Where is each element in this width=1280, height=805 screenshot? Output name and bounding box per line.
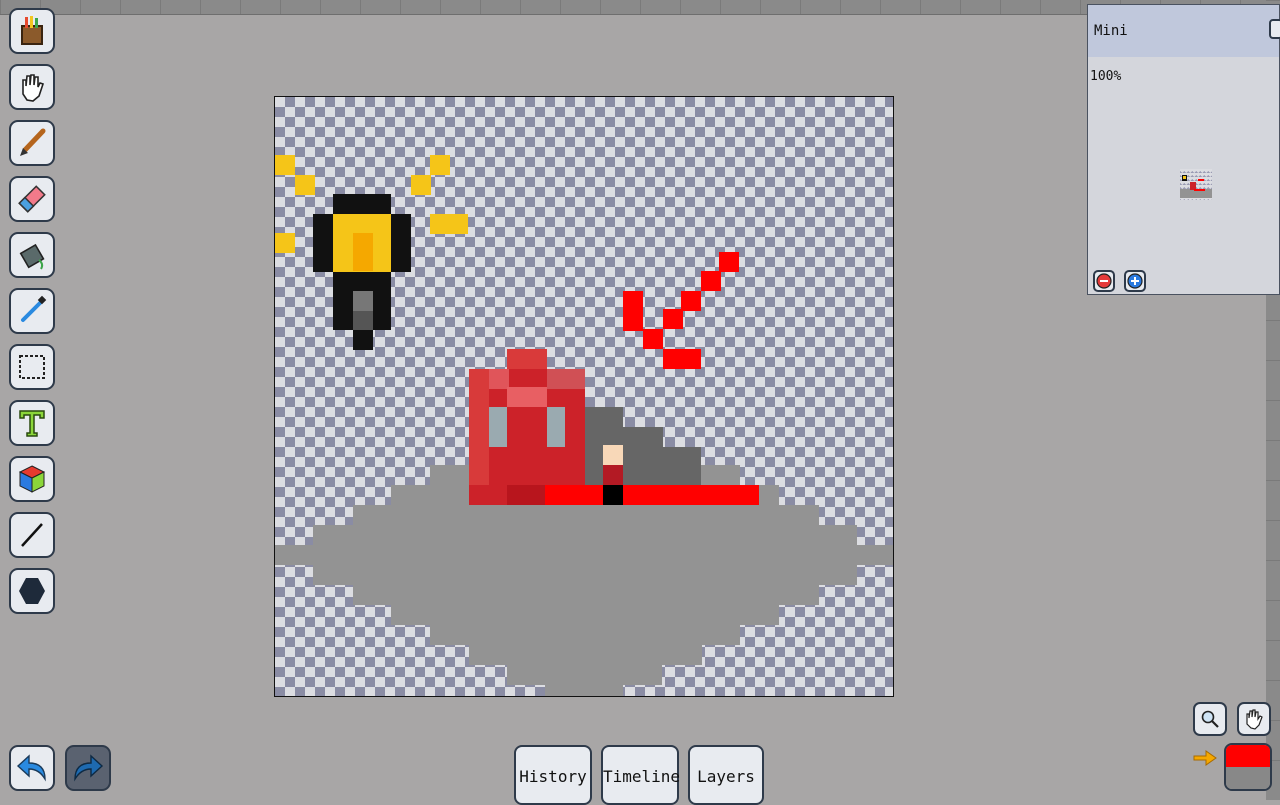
swap-colors-arrow-icon[interactable] [1192,748,1218,768]
pan-tool-button[interactable] [1237,702,1271,736]
mini-panel-title: Mini [1094,23,1128,39]
plus-icon [1127,273,1143,289]
3d-tool-button[interactable] [9,456,55,502]
brush-tool-button[interactable] [9,120,55,166]
tab-history[interactable]: History [514,745,592,805]
line-icon [21,523,43,547]
undo-button[interactable] [9,745,55,791]
mini-zoom-level: 100% [1090,69,1122,84]
drawing-canvas[interactable] [274,96,894,697]
tab-timeline-label: Timeline [603,767,681,786]
secondary-color[interactable] [1226,767,1270,789]
tab-timeline[interactable]: Timeline [601,745,681,805]
eyedropper-tool-button[interactable] [9,288,55,334]
primary-color[interactable] [1226,745,1270,767]
text-tool-button[interactable] [9,400,55,446]
red-checkmark [623,252,739,369]
cube-icon [18,465,46,493]
mini-panel-header[interactable]: Mini [1088,5,1280,57]
magnifier-icon [1201,710,1219,728]
tab-layers-label: Layers [697,767,755,786]
redo-button[interactable] [65,745,111,791]
tab-history-label: History [519,767,587,786]
fill-tool-button[interactable] [9,232,55,278]
eraser-icon [18,185,46,213]
hexagon-icon [19,578,45,604]
zoom-in-button[interactable] [1124,270,1146,292]
hand-icon [22,74,45,102]
tab-layers[interactable]: Layers [688,745,764,805]
undo-arrow-icon [16,754,46,782]
red-house [469,349,585,505]
mini-panel: Mini 100% [1087,4,1280,295]
paint-bucket-icon [19,243,45,270]
shape-tool-button[interactable] [9,568,55,614]
eraser-tool-button[interactable] [9,176,55,222]
select-tool-button[interactable] [9,344,55,390]
brush-icon [20,128,46,156]
zoom-tool-button[interactable] [1193,702,1227,736]
text-icon [19,410,45,437]
hand-icon [1246,709,1263,730]
zoom-out-button[interactable] [1093,270,1115,292]
color-swatch[interactable] [1224,743,1272,791]
paint-bucket-brushes-icon [21,16,43,45]
mini-thumbnail[interactable] [1180,169,1212,200]
hand-tool-button[interactable] [9,64,55,110]
palette-tool-button[interactable] [9,8,55,54]
marquee-select-icon [19,355,45,379]
line-tool-button[interactable] [9,512,55,558]
dark-building [585,407,701,487]
redo-arrow-icon [74,754,104,782]
minus-icon [1096,273,1112,289]
mini-panel-toggle[interactable] [1269,19,1280,39]
lightbulb [313,194,411,350]
eyedropper-icon [21,295,47,322]
mini-thumbnail-art [1180,175,1212,198]
pixel-art [275,155,893,696]
